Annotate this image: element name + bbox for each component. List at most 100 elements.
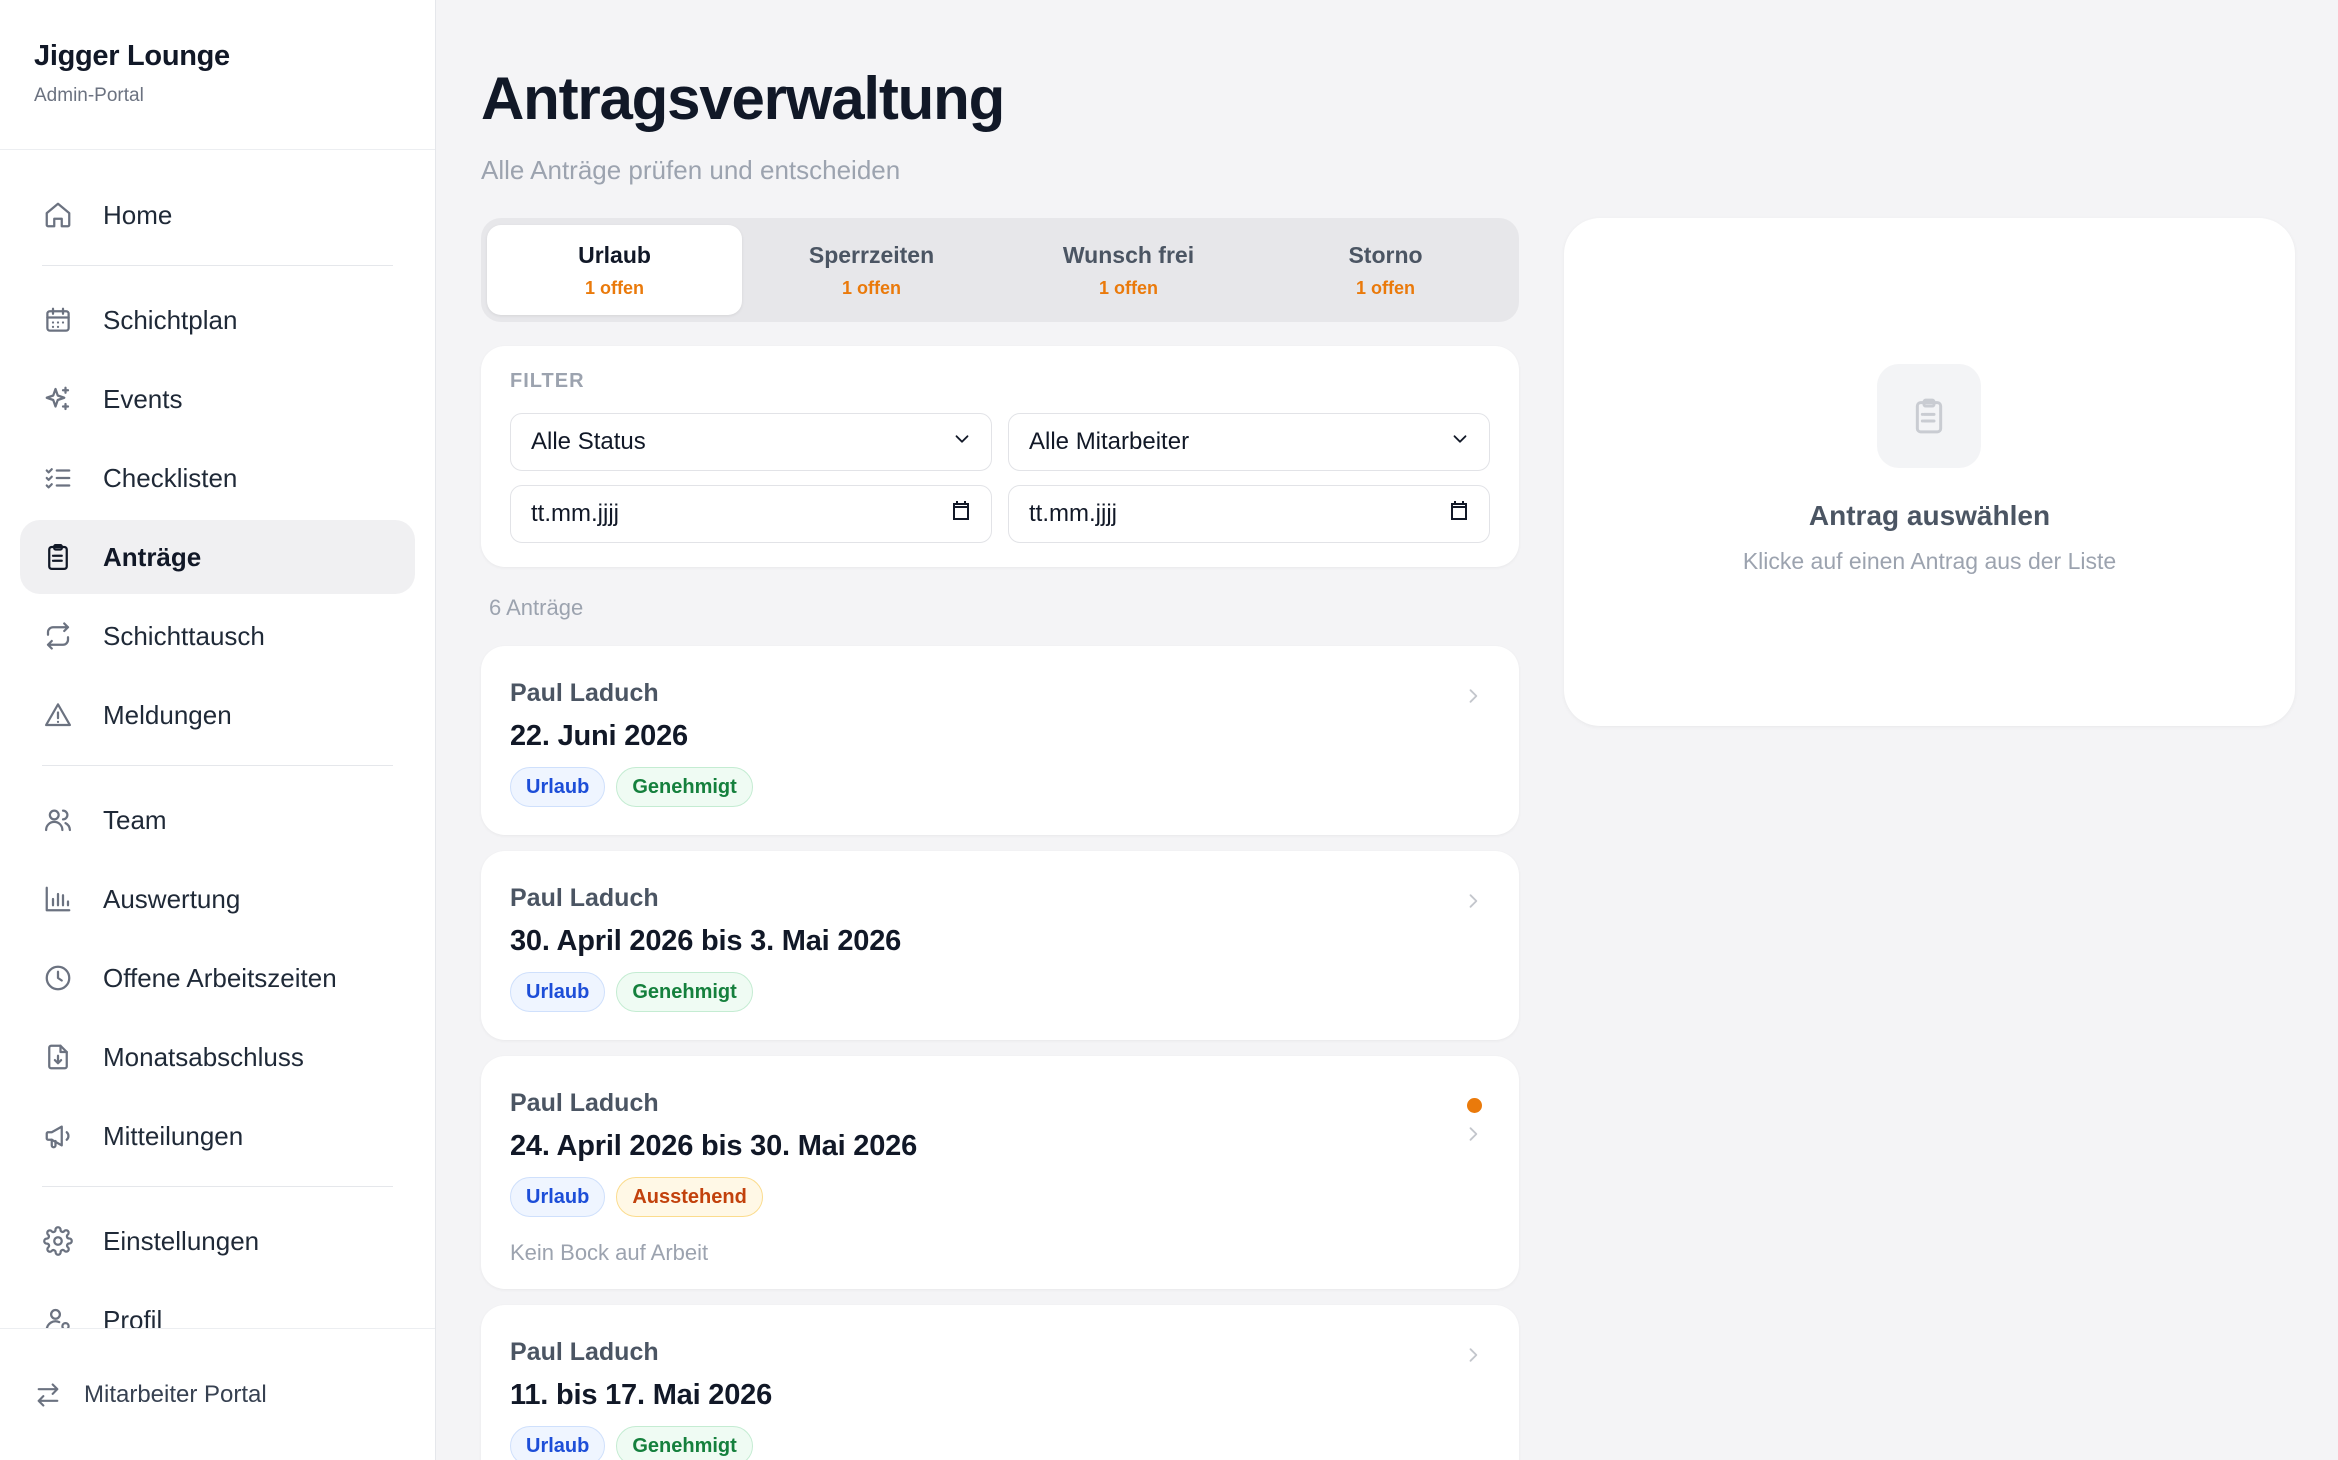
- status-badge: Genehmigt: [616, 1426, 753, 1460]
- nav-label: Team: [103, 804, 167, 835]
- request-count: 6 Anträge: [489, 595, 584, 620]
- nav-item-meldungen[interactable]: Meldungen: [20, 678, 415, 752]
- request-card[interactable]: Paul Laduch 22. Juni 2026 Urlaub Genehmi…: [481, 646, 1519, 835]
- request-tags: Urlaub Genehmigt: [510, 972, 753, 1012]
- request-note: Kein Bock auf Arbeit: [510, 1240, 709, 1265]
- nav-item-offene-arbeitszeiten[interactable]: Offene Arbeitszeiten: [20, 941, 415, 1015]
- employee-name: Paul Laduch: [510, 679, 659, 707]
- employee-select-value: Alle Mitarbeiter: [1029, 428, 1190, 455]
- tab-storno[interactable]: Storno 1 offen: [1258, 225, 1513, 315]
- request-date: 11. bis 17. Mai 2026: [510, 1379, 773, 1411]
- nav-item-monatsabschluss[interactable]: Monatsabschluss: [20, 1020, 415, 1094]
- nav-label: Checklisten: [103, 462, 238, 493]
- nav-label: Monatsabschluss: [103, 1041, 304, 1072]
- nav-item-antraege[interactable]: Anträge: [20, 520, 415, 594]
- filter-card: FILTER Alle Status Alle Mitarbeiter tt.m…: [481, 346, 1519, 567]
- nav-item-auswertung[interactable]: Auswertung: [20, 862, 415, 936]
- tab-open-count: 1 offen: [584, 277, 644, 298]
- filter-title: FILTER: [510, 370, 585, 392]
- request-tags: Urlaub Genehmigt: [510, 1426, 753, 1460]
- nav-label: Auswertung: [103, 883, 241, 914]
- employee-name: Paul Laduch: [510, 1089, 659, 1117]
- page-title: Antragsverwaltung: [481, 65, 1005, 132]
- request-detail-panel: Antrag auswählen Klicke auf einen Antrag…: [1564, 218, 2295, 726]
- date-from-placeholder: tt.mm.jjjj: [531, 500, 619, 527]
- empty-state-title: Antrag auswählen: [1808, 500, 2051, 531]
- tab-wunsch-frei[interactable]: Wunsch frei 1 offen: [1001, 225, 1256, 315]
- type-badge: Urlaub: [510, 1177, 606, 1217]
- tab-label: Sperrzeiten: [808, 241, 935, 268]
- date-to-input[interactable]: tt.mm.jjjj: [1008, 485, 1490, 543]
- nav-item-einstellungen[interactable]: Einstellungen: [20, 1204, 415, 1278]
- warning-icon: [42, 699, 74, 731]
- users-icon: [42, 804, 74, 836]
- type-badge: Urlaub: [510, 767, 606, 807]
- nav-label: Offene Arbeitszeiten: [103, 962, 337, 993]
- type-badge: Urlaub: [510, 972, 606, 1012]
- nav-label: Events: [103, 383, 183, 414]
- arrows-swap-icon: [34, 1381, 62, 1409]
- file-download-icon: [42, 1041, 74, 1073]
- nav-label: Schichttausch: [103, 620, 265, 651]
- tab-label: Urlaub: [578, 241, 651, 268]
- calendar-picker-icon[interactable]: [1447, 499, 1471, 530]
- type-badge: Urlaub: [510, 1426, 606, 1460]
- page-subtitle: Alle Anträge prüfen und entscheiden: [481, 155, 901, 185]
- nav-item-checklisten[interactable]: Checklisten: [20, 441, 415, 515]
- chevron-right-icon: [1463, 686, 1483, 706]
- employee-select[interactable]: Alle Mitarbeiter: [1008, 413, 1490, 471]
- date-from-input[interactable]: tt.mm.jjjj: [510, 485, 992, 543]
- tab-open-count: 1 offen: [841, 277, 901, 298]
- request-tags: Urlaub Ausstehend: [510, 1177, 763, 1217]
- sparkles-icon: [42, 383, 74, 415]
- chevron-right-icon: [1463, 1124, 1483, 1144]
- status-badge: Ausstehend: [616, 1177, 763, 1217]
- chevron-right-icon: [1463, 1345, 1483, 1365]
- megaphone-icon: [42, 1120, 74, 1152]
- chevron-down-icon: [951, 428, 973, 457]
- filter-grid: Alle Status Alle Mitarbeiter tt.mm.jjjj …: [510, 413, 1490, 543]
- switch-portal-link[interactable]: Mitarbeiter Portal: [0, 1328, 435, 1460]
- nav-label: Einstellungen: [103, 1225, 260, 1256]
- tab-sperrzeiten[interactable]: Sperrzeiten 1 offen: [744, 225, 999, 315]
- home-icon: [42, 199, 74, 231]
- clipboard-icon: [42, 541, 74, 573]
- tab-urlaub[interactable]: Urlaub 1 offen: [487, 225, 742, 315]
- status-select[interactable]: Alle Status: [510, 413, 992, 471]
- request-tags: Urlaub Genehmigt: [510, 767, 753, 807]
- employee-name: Paul Laduch: [510, 884, 659, 912]
- nav-item-events[interactable]: Events: [20, 362, 415, 436]
- nav-item-schichtplan[interactable]: Schichtplan: [20, 283, 415, 357]
- checklist-icon: [42, 462, 74, 494]
- switch-portal-label: Mitarbeiter Portal: [84, 1380, 267, 1408]
- request-card[interactable]: Paul Laduch 24. April 2026 bis 30. Mai 2…: [481, 1056, 1519, 1289]
- employee-name: Paul Laduch: [510, 1338, 659, 1366]
- nav-divider: [42, 1186, 393, 1187]
- nav-item-home[interactable]: Home: [20, 178, 415, 252]
- calendar-picker-icon[interactable]: [949, 499, 973, 530]
- nav-label: Home: [103, 199, 173, 230]
- date-to-placeholder: tt.mm.jjjj: [1029, 500, 1117, 527]
- request-type-tabs: Urlaub 1 offen Sperrzeiten 1 offen Wunsc…: [481, 218, 1519, 322]
- nav-label: Schichtplan: [103, 304, 238, 335]
- brand-name: Jigger Lounge: [34, 40, 230, 72]
- repeat-icon: [42, 620, 74, 652]
- clipboard-icon: [1877, 364, 1981, 468]
- nav-label: Meldungen: [103, 699, 232, 730]
- tab-label: Storno: [1348, 241, 1423, 268]
- gear-icon: [42, 1225, 74, 1257]
- brand-subtitle: Admin-Portal: [34, 85, 144, 106]
- tab-open-count: 1 offen: [1355, 277, 1415, 298]
- nav-item-schichttausch[interactable]: Schichttausch: [20, 599, 415, 673]
- calendar-icon: [42, 304, 74, 336]
- status-badge: Genehmigt: [616, 972, 753, 1012]
- request-card[interactable]: Paul Laduch 30. April 2026 bis 3. Mai 20…: [481, 851, 1519, 1040]
- nav-item-mitteilungen[interactable]: Mitteilungen: [20, 1099, 415, 1173]
- request-date: 24. April 2026 bis 30. Mai 2026: [510, 1130, 918, 1162]
- chevron-down-icon: [1449, 428, 1471, 457]
- unread-indicator: [1467, 1098, 1482, 1113]
- nav-item-team[interactable]: Team: [20, 783, 415, 857]
- empty-state-subtitle: Klicke auf einen Antrag aus der Liste: [1742, 548, 2117, 574]
- nav-label: Anträge: [103, 541, 202, 572]
- request-card[interactable]: Paul Laduch 11. bis 17. Mai 2026 Urlaub …: [481, 1305, 1519, 1460]
